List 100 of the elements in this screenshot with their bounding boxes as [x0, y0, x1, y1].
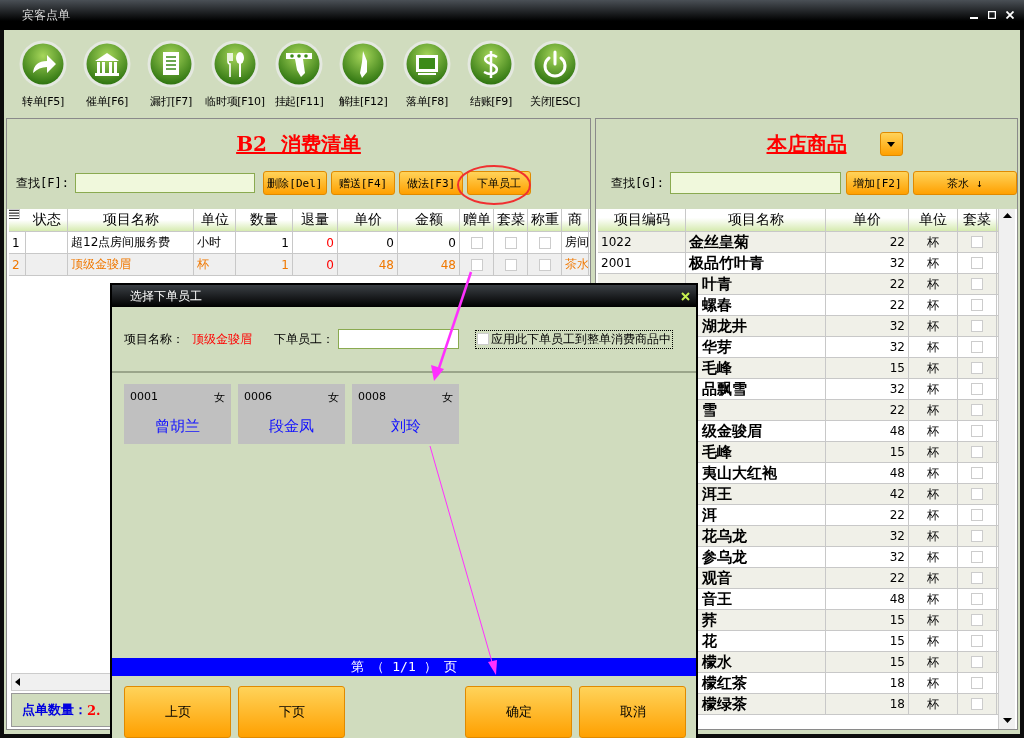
checkbox[interactable] [971, 446, 983, 458]
table-cell: 32 [826, 253, 909, 273]
column-header: 数量 [236, 209, 293, 231]
status-label: 点单数量： [22, 701, 87, 719]
add-button[interactable]: 增加[F2] [845, 171, 909, 195]
power-icon [531, 40, 579, 88]
table-cell: 0 [293, 232, 338, 253]
table-cell: 2 [9, 254, 26, 275]
column-header: 项目编码 [598, 209, 686, 231]
checkbox[interactable] [971, 299, 983, 311]
staff-card[interactable]: 0006 女 段金凤 [238, 384, 345, 444]
scrollbar[interactable] [998, 209, 1015, 729]
staff-gender: 女 [214, 390, 225, 405]
fork-spoon-icon [211, 40, 259, 88]
table-cell: 杯 [909, 253, 958, 273]
column-header: 套菜 [494, 209, 528, 231]
checkbox[interactable] [971, 572, 983, 584]
dropdown-button[interactable] [879, 132, 903, 156]
dollar-icon [467, 40, 515, 88]
checkbox[interactable] [971, 614, 983, 626]
checkbox[interactable] [971, 404, 983, 416]
checkbox[interactable] [470, 236, 483, 249]
staff-code: 0001 [130, 390, 158, 405]
table-cell: 杯 [909, 400, 958, 420]
toolbar-button[interactable]: 转单[F5] [11, 30, 75, 116]
arrow-icon [19, 40, 67, 88]
category-button[interactable]: 茶水 ↓ [912, 171, 1017, 195]
table-cell: 杯 [909, 232, 958, 252]
checkbox[interactable] [971, 698, 983, 710]
staff-field[interactable] [338, 329, 459, 349]
checkbox[interactable] [971, 383, 983, 395]
dialog-button[interactable]: 下页 [238, 686, 345, 738]
checkbox[interactable] [971, 488, 983, 500]
checkbox[interactable] [538, 258, 551, 271]
table-cell: 杯 [909, 505, 958, 525]
toolbar-button[interactable]: 挂起[F11] [267, 30, 331, 116]
item-value: 顶级金骏眉 [192, 330, 252, 348]
table-cell: 杯 [909, 442, 958, 462]
checkbox[interactable] [504, 258, 517, 271]
checkbox[interactable] [971, 509, 983, 521]
checkbox[interactable] [971, 656, 983, 668]
table-cell: 杯 [909, 358, 958, 378]
column-header: 商 [562, 209, 589, 231]
action-button[interactable]: 删除[Del] [262, 171, 327, 195]
checkbox[interactable] [971, 467, 983, 479]
column-header: 单位 [194, 209, 236, 231]
toolbar-button[interactable]: 结账[F9] [459, 30, 523, 116]
checkbox[interactable] [504, 236, 517, 249]
column-header: 套菜 [958, 209, 997, 231]
picture-icon [403, 40, 451, 88]
toolbar-button[interactable]: 解挂[F12] [331, 30, 395, 116]
action-button[interactable]: 赠送[F4] [330, 171, 395, 195]
dialog-button[interactable]: 取消 [579, 686, 686, 738]
action-button[interactable]: 做法[F3] [398, 171, 463, 195]
search-field[interactable] [74, 173, 255, 193]
checkbox[interactable] [971, 677, 983, 689]
toolbar-button[interactable]: 关闭[ESC] [523, 30, 587, 116]
toolbar-button[interactable]: 漏打[F7] [139, 30, 203, 116]
table-cell: 杯 [194, 254, 236, 275]
checkbox[interactable] [971, 362, 983, 374]
checkbox[interactable] [971, 551, 983, 563]
column-header: 称重 [528, 209, 562, 231]
apply-checkbox[interactable]: 应用此下单员工到整单消费商品中 [475, 329, 673, 349]
staff-name: 段金凤 [269, 417, 314, 436]
staff-code: 0008 [358, 390, 386, 405]
table-cell: 48 [826, 589, 909, 609]
toolbar-button[interactable]: 催单[F6] [75, 30, 139, 116]
table-cell: 杯 [909, 694, 958, 714]
checkbox[interactable] [971, 278, 983, 290]
staff-card[interactable]: 0001 女 曾胡兰 [124, 384, 231, 444]
toolbar-button[interactable]: 临时项[F10] [203, 30, 267, 116]
checkbox[interactable] [470, 258, 483, 271]
toolbar-button[interactable]: 落单[F8] [395, 30, 459, 116]
column-header: 状态 [26, 209, 68, 231]
staff-gender: 女 [328, 390, 339, 405]
table-cell: 48 [826, 421, 909, 441]
checkbox[interactable] [971, 320, 983, 332]
checkbox[interactable] [971, 635, 983, 647]
table-cell: 2001 [598, 253, 686, 273]
checkbox[interactable] [538, 236, 551, 249]
staff-gender: 女 [442, 390, 453, 405]
checkbox[interactable] [971, 593, 983, 605]
checkbox[interactable] [971, 257, 983, 269]
checkbox[interactable] [971, 530, 983, 542]
document-icon [147, 40, 195, 88]
dialog-button[interactable]: 确定 [465, 686, 572, 738]
search-field[interactable] [669, 172, 841, 194]
table-cell: 杯 [909, 421, 958, 441]
column-header: 项目名称 [686, 209, 826, 231]
dialog-button[interactable]: 上页 [124, 686, 231, 738]
down-arrow-icon [1002, 718, 1012, 723]
checkbox[interactable] [971, 236, 983, 248]
table-cell: 22 [826, 400, 909, 420]
staff-card[interactable]: 0008 女 刘玲 [352, 384, 459, 444]
table-cell: 18 [826, 694, 909, 714]
building-icon [83, 40, 131, 88]
checkbox[interactable] [971, 425, 983, 437]
staff-code: 0006 [244, 390, 272, 405]
action-button[interactable]: 下单员工 [466, 171, 531, 195]
checkbox[interactable] [971, 341, 983, 353]
